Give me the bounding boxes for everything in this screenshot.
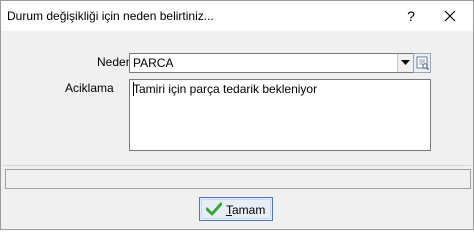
help-icon: ? bbox=[407, 8, 415, 24]
aciklama-text: Tamiri için parça tedarik bekleniyor bbox=[133, 82, 318, 96]
ok-button-label: Tamam bbox=[226, 203, 265, 217]
aciklama-textarea[interactable]: Tamiri için parça tedarik bekleniyor bbox=[129, 79, 431, 151]
window-title: Durum değişikliği için neden belirtiniz.… bbox=[7, 9, 214, 23]
neden-label: Neden bbox=[97, 55, 133, 69]
title-bar[interactable]: Durum değişikliği için neden belirtiniz.… bbox=[1, 1, 473, 31]
close-button[interactable] bbox=[429, 1, 473, 31]
neden-combobox[interactable]: PARCA bbox=[129, 53, 415, 73]
neden-dropdown-button[interactable] bbox=[397, 54, 414, 72]
status-bar bbox=[5, 169, 471, 189]
neden-lookup-button[interactable] bbox=[413, 53, 431, 73]
checkmark-icon bbox=[206, 202, 222, 216]
aciklama-label: Aciklama bbox=[65, 81, 114, 95]
close-icon bbox=[444, 10, 456, 22]
dialog-window: Durum değişikliği için neden belirtiniz.… bbox=[0, 0, 474, 230]
neden-value: PARCA bbox=[133, 56, 174, 70]
text-caret bbox=[133, 82, 134, 96]
lookup-icon bbox=[416, 56, 429, 70]
ok-label-rest: amam bbox=[232, 203, 266, 217]
dialog-client-area: Neden PARCA Aciklama Tamiri için parça t… bbox=[1, 31, 473, 229]
form-panel: Neden PARCA Aciklama Tamiri için parça t… bbox=[3, 31, 471, 166]
help-button[interactable]: ? bbox=[397, 1, 425, 31]
ok-button[interactable]: Tamam bbox=[199, 197, 273, 221]
chevron-down-icon bbox=[401, 60, 410, 65]
